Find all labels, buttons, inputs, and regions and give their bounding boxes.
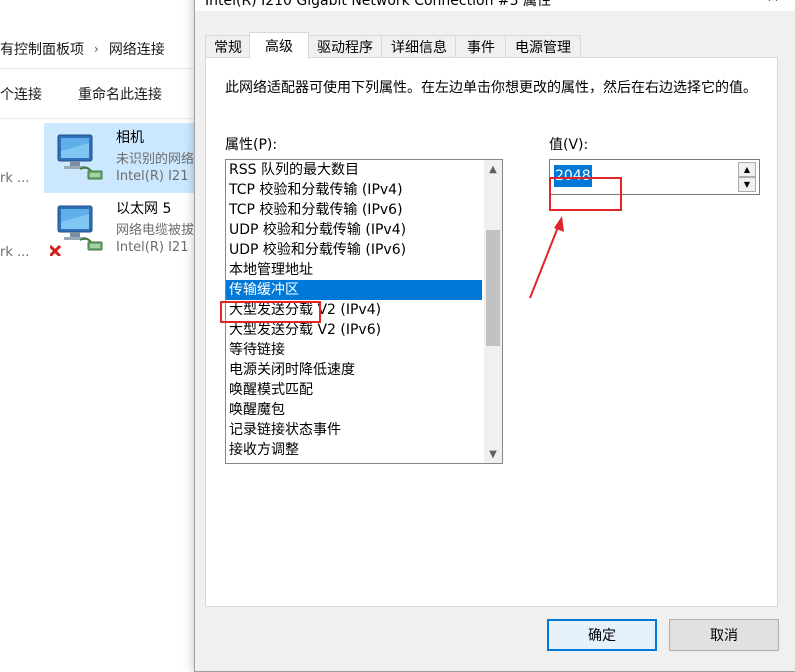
connection-name: 以太网 5 xyxy=(116,201,172,217)
network-adapter-disconnected-icon xyxy=(50,205,103,256)
tab-general[interactable]: 常规 xyxy=(205,35,251,57)
connection-item-camera[interactable]: 相机 未识别的网络 Intel(R) I21 xyxy=(44,123,204,193)
adapter-properties-dialog: Intel(R) I210 Gigabit Network Connection… xyxy=(194,0,795,672)
property-item[interactable]: 传输缓冲区 xyxy=(226,280,482,300)
property-item[interactable]: TCP 校验和分载传输 (IPv4) xyxy=(226,180,482,200)
list-scrollbar[interactable]: ▲ ▼ xyxy=(484,160,502,463)
spin-down-icon[interactable]: ▼ xyxy=(738,177,756,192)
toolbar-connect-button[interactable]: 个连接 xyxy=(0,84,42,104)
breadcrumb-chevron-icon: › xyxy=(94,42,99,56)
tab-power-management[interactable]: 电源管理 xyxy=(505,35,581,57)
close-icon[interactable]: ✕ xyxy=(751,0,795,11)
left-fragment-text: rk ... xyxy=(0,171,30,186)
left-fragment-text: rk ... xyxy=(0,245,30,260)
network-adapter-icon xyxy=(57,134,103,180)
toolbar-rename-button[interactable]: 重命名此连接 xyxy=(78,84,162,104)
property-item[interactable]: 记录链接状态事件 xyxy=(226,420,482,440)
tab-events[interactable]: 事件 xyxy=(455,35,507,57)
scroll-up-icon[interactable]: ▲ xyxy=(484,160,502,178)
scroll-down-icon[interactable]: ▼ xyxy=(484,445,502,463)
connection-item-ethernet5[interactable]: 以太网 5 网络电缆被拔出 Intel(R) I21 xyxy=(44,194,204,264)
property-label: 属性(P): xyxy=(225,137,278,153)
property-item[interactable]: 唤醒模式匹配 xyxy=(226,380,482,400)
annotation-arrow-icon xyxy=(529,216,564,299)
tab-driver[interactable]: 驱动程序 xyxy=(307,35,383,57)
property-item[interactable]: 电源关闭时降低速度 xyxy=(226,360,482,380)
connection-device: Intel(R) I21 xyxy=(116,240,189,255)
property-item[interactable]: 唤醒魔包 xyxy=(226,400,482,420)
tab-details[interactable]: 详细信息 xyxy=(381,35,457,57)
breadcrumb-current[interactable]: 网络连接 xyxy=(109,39,165,59)
breadcrumb-parent[interactable]: 有控制面板项 xyxy=(0,39,84,59)
property-item[interactable]: TCP 校验和分载传输 (IPv6) xyxy=(226,200,482,220)
advanced-tab-panel: 此网络适配器可使用下列属性。在左边单击你想更改的属性，然后在右边选择它的值。 属… xyxy=(205,57,778,607)
annotation-highlight-property xyxy=(220,301,321,323)
property-item[interactable]: 本地管理地址 xyxy=(226,260,482,280)
property-item[interactable]: RSS 队列的最大数目 xyxy=(226,160,482,180)
dialog-title: Intel(R) I210 Gigabit Network Connection… xyxy=(205,0,551,9)
scroll-thumb[interactable] xyxy=(486,230,500,346)
toolbar-bottom-divider xyxy=(0,118,200,119)
spin-up-icon[interactable]: ▲ xyxy=(738,162,756,177)
toolbar-divider xyxy=(0,68,200,69)
property-item[interactable]: UDP 校验和分载传输 (IPv6) xyxy=(226,240,482,260)
connection-status: 网络电缆被拔出 xyxy=(116,223,194,238)
property-item[interactable]: UDP 校验和分载传输 (IPv4) xyxy=(226,220,482,240)
ok-button[interactable]: 确定 xyxy=(547,619,657,651)
value-label: 值(V): xyxy=(549,137,589,153)
connection-status: 未识别的网络 xyxy=(116,152,194,167)
connection-device: Intel(R) I21 xyxy=(116,169,189,184)
property-item[interactable]: 大型发送分载 V2 (IPv6) xyxy=(226,320,482,340)
breadcrumb: 有控制面板项 › 网络连接 xyxy=(0,38,165,60)
tab-advanced[interactable]: 高级 xyxy=(249,32,309,59)
property-item[interactable]: 接收方调整 xyxy=(226,440,482,460)
panel-description: 此网络适配器可使用下列属性。在左边单击你想更改的属性，然后在右边选择它的值。 xyxy=(225,80,757,96)
cancel-button[interactable]: 取消 xyxy=(669,619,779,651)
property-item[interactable]: 等待链接 xyxy=(226,340,482,360)
annotation-highlight-value xyxy=(549,177,622,211)
dialog-titlebar[interactable]: Intel(R) I210 Gigabit Network Connection… xyxy=(195,0,795,11)
connection-name: 相机 xyxy=(116,130,144,146)
